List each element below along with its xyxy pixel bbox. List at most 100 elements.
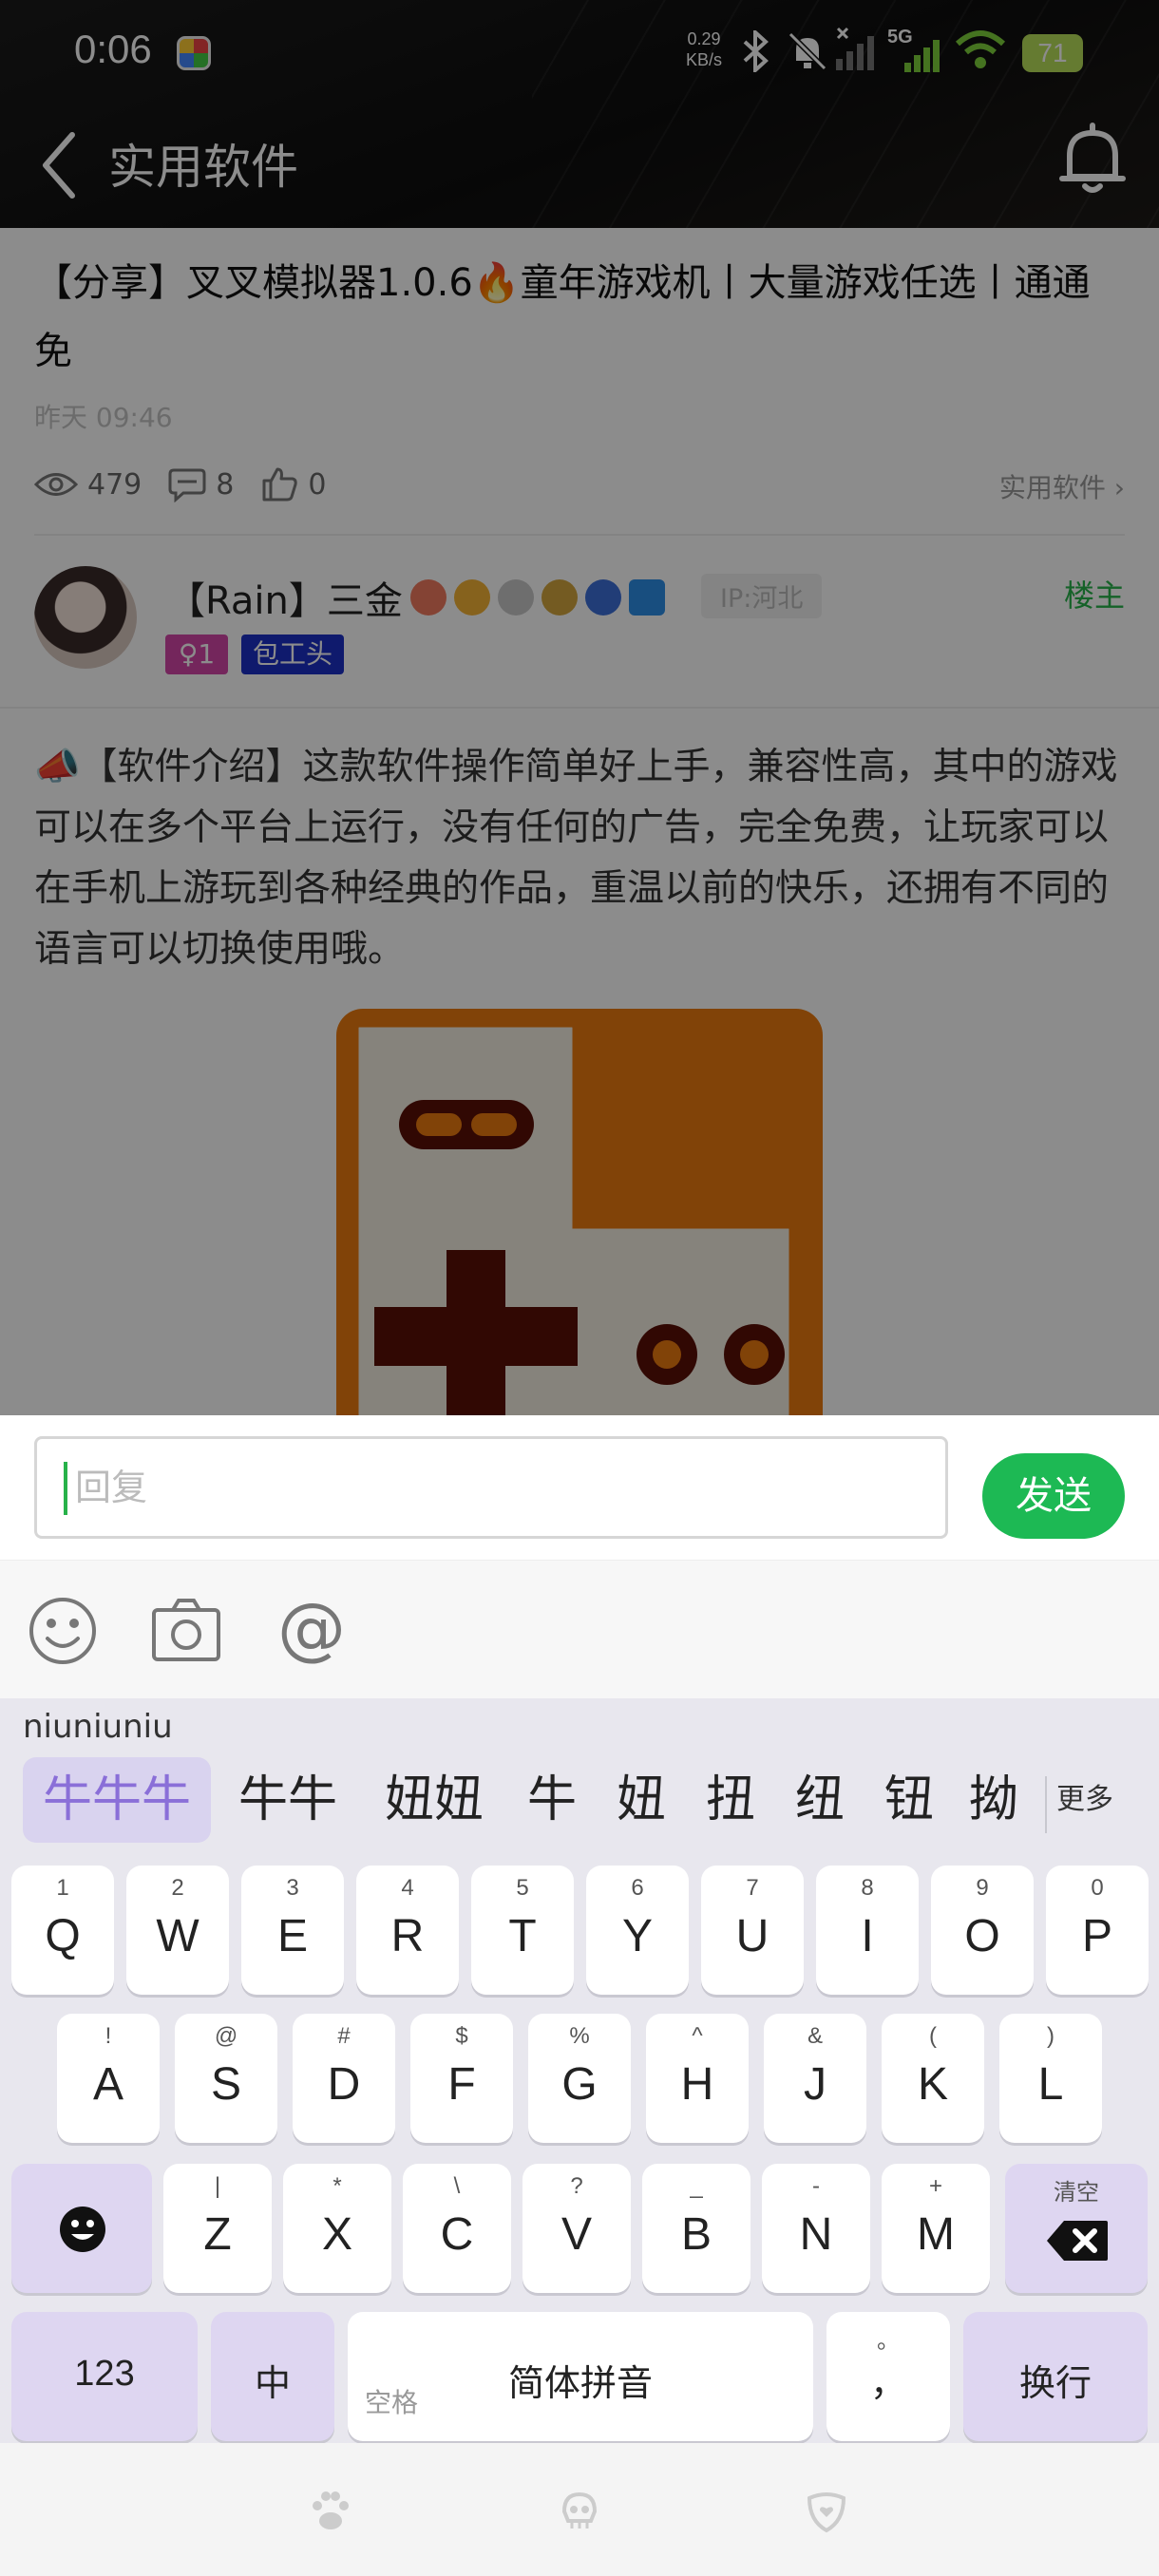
key-label: K: [917, 2059, 948, 2110]
key-label: Z: [203, 2209, 232, 2260]
key-b[interactable]: _ B: [642, 2164, 750, 2293]
reply-bar: 回复 发送: [0, 1415, 1159, 1560]
key-c[interactable]: \ C: [403, 2164, 511, 2293]
key-w[interactable]: 2W: [126, 1866, 229, 1995]
key-secondary-label: 2: [171, 1875, 184, 1901]
key-secondary-label: 8: [861, 1875, 874, 1901]
candidate-bar: 牛牛牛 牛牛 妞妞 牛 妞 扭 纽 钮 拗 更多: [0, 1757, 1159, 1848]
key-secondary-label: @: [214, 2023, 238, 2049]
key-label: Y: [621, 1911, 653, 1961]
key-label: P: [1081, 1911, 1112, 1961]
reply-tools: @: [0, 1560, 1159, 1698]
key-label: J: [804, 2059, 826, 2110]
key-o[interactable]: 9O: [931, 1866, 1034, 1995]
backspace-key[interactable]: 清空: [1005, 2164, 1148, 2293]
candidate-item[interactable]: 妞: [608, 1757, 674, 1843]
key-secondary-label: 3: [286, 1875, 299, 1901]
key-label: Q: [45, 1911, 81, 1961]
divider: [1045, 1776, 1047, 1833]
key-g[interactable]: % G: [528, 2014, 631, 2143]
key-h[interactable]: ^ H: [646, 2014, 749, 2143]
comma-key[interactable]: 。 ，: [826, 2312, 950, 2441]
key-secondary-label: $: [455, 2023, 468, 2049]
key-z[interactable]: | Z: [163, 2164, 272, 2293]
key-y[interactable]: 6Y: [586, 1866, 689, 1995]
key-secondary-label: ): [1047, 2023, 1054, 2049]
reply-input[interactable]: 回复: [34, 1436, 948, 1539]
key-n[interactable]: -N: [762, 2164, 870, 2293]
candidate-item[interactable]: 牛牛牛: [23, 1757, 211, 1843]
key-label: W: [156, 1911, 200, 1961]
send-button[interactable]: 发送: [982, 1453, 1125, 1539]
key-secondary-label: 0: [1091, 1875, 1104, 1901]
chinese-mode-key[interactable]: 中: [211, 2312, 334, 2441]
key-a[interactable]: ! A: [57, 2014, 160, 2143]
key-s[interactable]: @ S: [175, 2014, 277, 2143]
key-label: O: [964, 1911, 1000, 1961]
key-v[interactable]: ? V: [522, 2164, 631, 2293]
key-label: B: [680, 2209, 712, 2260]
system-nav-bar: [0, 2443, 1159, 2576]
svg-text:@: @: [277, 1595, 346, 1667]
keyboard: niuniuniu 牛牛牛 牛牛 妞妞 牛 妞 扭 纽 钮 拗 更多 1Q2W3…: [0, 1698, 1159, 2443]
key-f[interactable]: $ F: [410, 2014, 513, 2143]
key-secondary-label: \: [453, 2173, 461, 2199]
key-label: L: [1037, 2059, 1064, 2110]
skull-icon[interactable]: [557, 2489, 602, 2534]
key-label: C: [440, 2209, 474, 2260]
emoji-key[interactable]: [11, 2164, 152, 2293]
paw-icon[interactable]: [308, 2489, 353, 2534]
key-p[interactable]: 0P: [1046, 1866, 1149, 1995]
key-i[interactable]: 8I: [816, 1866, 919, 1995]
key-d[interactable]: # D: [293, 2014, 395, 2143]
key-secondary-label: %: [569, 2023, 590, 2049]
at-mention-icon[interactable]: @: [276, 1595, 348, 1667]
key-label: D: [327, 2059, 361, 2110]
key-secondary-label: !: [104, 2023, 112, 2049]
key-secondary-label: +: [928, 2173, 942, 2199]
candidate-item[interactable]: 牛牛: [228, 1757, 348, 1843]
key-j[interactable]: & J: [764, 2014, 866, 2143]
key-secondary-label: 6: [631, 1875, 644, 1901]
enter-key[interactable]: 换行: [963, 2312, 1148, 2441]
candidate-item[interactable]: 牛: [519, 1757, 585, 1843]
clear-label: 清空: [1054, 2179, 1099, 2206]
key-label: F: [447, 2059, 476, 2110]
key-e[interactable]: 3E: [241, 1866, 344, 1995]
key-label: T: [508, 1911, 537, 1961]
candidate-item[interactable]: 扭: [697, 1757, 764, 1843]
smiley-icon: [60, 2207, 105, 2252]
candidate-item[interactable]: 妞妞: [372, 1757, 496, 1843]
key-label: G: [561, 2059, 598, 2110]
shield-heart-icon[interactable]: [804, 2489, 849, 2534]
key-secondary-label: &: [807, 2023, 823, 2049]
camera-icon[interactable]: [150, 1595, 222, 1667]
key-label: N: [799, 2209, 833, 2260]
key-secondary-label: -: [812, 2173, 820, 2199]
key-secondary-label: 5: [516, 1875, 529, 1901]
candidate-item[interactable]: 纽: [787, 1757, 853, 1843]
key-q[interactable]: 1Q: [11, 1866, 114, 1995]
key-k[interactable]: (K: [882, 2014, 984, 2143]
pinyin-composition: niuniuniu: [23, 1708, 173, 1746]
more-candidates-button[interactable]: 更多: [1056, 1776, 1113, 1824]
numbers-key[interactable]: 123: [11, 2312, 198, 2441]
modal-overlay[interactable]: [0, 0, 1159, 1415]
key-r[interactable]: 4R: [356, 1866, 459, 1995]
space-key[interactable]: 简体拼音 空格: [348, 2312, 813, 2441]
key-m[interactable]: + M: [882, 2164, 990, 2293]
key-secondary-label: 9: [976, 1875, 989, 1901]
key-t[interactable]: 5T: [471, 1866, 574, 1995]
candidate-item[interactable]: 钮: [876, 1757, 942, 1843]
key-x[interactable]: * X: [283, 2164, 391, 2293]
key-l[interactable]: ) L: [999, 2014, 1102, 2143]
key-u[interactable]: 7U: [701, 1866, 804, 1995]
key-secondary-label: #: [337, 2023, 351, 2049]
key-secondary-label: (: [929, 2023, 937, 2049]
key-secondary-label: ?: [570, 2173, 583, 2199]
emoji-icon[interactable]: [27, 1595, 99, 1667]
key-secondary-label: 1: [56, 1875, 69, 1901]
key-label: V: [560, 2209, 592, 2260]
key-label: A: [92, 2059, 124, 2110]
candidate-item[interactable]: 拗: [965, 1757, 1022, 1843]
